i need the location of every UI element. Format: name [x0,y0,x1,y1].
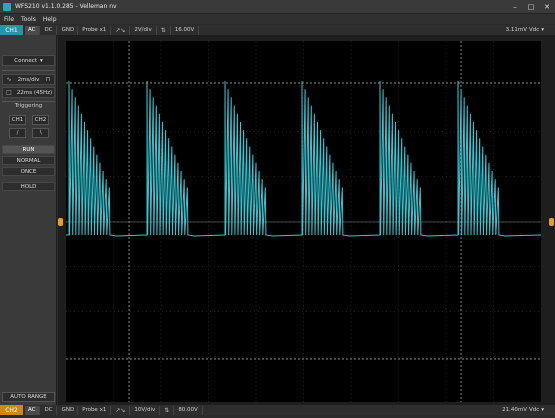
divider [2,101,55,102]
ch2-slope-icon[interactable]: ↗↘ [111,405,131,415]
normal-button[interactable]: NORMAL [2,156,55,165]
ch1-waveform [66,80,541,237]
ch1-volts-div[interactable]: 2V/div [130,25,157,35]
minimize-icon[interactable]: – [510,2,520,12]
auto-range-button[interactable]: AUTO RANGE [2,392,55,402]
waveform-plot [66,41,541,402]
run-button[interactable]: RUN [2,145,55,154]
scope-area [58,35,555,405]
sidebar: Connect ▾ ∿ 2ms/div ⊓ □ 22ms (45Hz) Trig… [0,35,57,405]
ch2-measurement: 21.40mV [502,407,527,413]
scope-screen[interactable] [66,41,541,402]
ch1-ac-button[interactable]: AC [25,25,40,35]
ch1-slope-icon[interactable]: ↗↘ [111,25,131,35]
once-button[interactable]: ONCE [2,167,55,176]
app-icon [3,2,11,11]
square-wave-icon: ⊓ [45,76,51,83]
ch1-measurement: 3.11mV [505,27,527,33]
menu-bar: File Tools Help [0,14,555,24]
divider [2,70,55,71]
timebase-label: 2ms/div [17,76,40,83]
period-icon: □ [6,89,12,96]
ch2-ac-button[interactable]: AC [25,405,40,415]
frequency-display: □ 22ms (45Hz) [2,87,55,98]
close-icon[interactable]: ✕ [542,2,552,12]
ch2-badge[interactable]: CH2 [0,405,23,415]
ch2-offset: 80.00V [174,405,203,415]
ch2-measure-mode[interactable]: Vdc ▾ [529,405,551,415]
ch1-offset-icon[interactable]: ⇅ [157,25,171,35]
chevron-down-icon: ▾ [39,57,43,64]
menu-help[interactable]: Help [43,16,57,23]
ch1-trace [66,80,541,237]
grid [66,41,541,402]
frequency-label: 22ms (45Hz) [16,89,53,96]
trigger-ch1-button[interactable]: CH1 [9,115,26,125]
ch1-offset-marker[interactable] [58,218,63,226]
ch2-probe[interactable]: Probe x1 [78,405,112,415]
hold-button[interactable]: HOLD [2,182,55,191]
ch1-measure-mode[interactable]: Vdc ▾ [529,25,551,35]
rising-edge-icon[interactable]: ∕ [9,128,26,138]
ch2-offset-icon[interactable]: ⇅ [160,405,175,415]
chevron-down-icon: ▾ [541,27,545,33]
ch2-volts-div[interactable]: 10V/div [130,405,161,415]
ch1-offset: 16.00V [171,25,200,35]
ch1-badge[interactable]: CH1 [0,25,23,35]
connect-label: Connect [14,57,37,64]
chevron-down-icon: ▾ [541,407,545,413]
connect-button[interactable]: Connect ▾ [2,55,55,66]
ch1-dc-button[interactable]: DC [42,25,57,35]
ch2-toolbar: CH2 AC DC GND Probe x1 ↗↘ 10V/div ⇅ 80.0… [0,405,555,415]
ch1-toolbar: CH1 AC DC GND Probe x1 ↗↘ 2V/div ⇅ 16.00… [0,25,555,35]
timebase-control[interactable]: ∿ 2ms/div ⊓ [2,74,55,85]
window-title: WFS210 v1.1.0.285 - Velleman nv [15,3,117,10]
trigger-level-marker[interactable] [549,218,554,226]
ch1-gnd-button[interactable]: GND [59,25,79,35]
window-controls: – □ ✕ [510,2,552,12]
triggering-heading: Triggering [14,103,43,109]
trigger-ch2-button[interactable]: CH2 [32,115,49,125]
ch2-gnd-button[interactable]: GND [59,405,79,415]
sine-wave-icon: ∿ [6,76,12,83]
maximize-icon[interactable]: □ [526,2,536,12]
ch1-measure-mode-label: Vdc [529,27,540,33]
ch2-measure-mode-label: Vdc [529,407,540,413]
ch2-dc-button[interactable]: DC [42,405,57,415]
menu-file[interactable]: File [4,16,14,23]
title-bar: WFS210 v1.1.0.285 - Velleman nv – □ ✕ [0,0,555,14]
ch1-probe[interactable]: Probe x1 [78,25,112,35]
menu-tools[interactable]: Tools [21,16,36,23]
falling-edge-icon[interactable]: ∖ [32,128,49,138]
